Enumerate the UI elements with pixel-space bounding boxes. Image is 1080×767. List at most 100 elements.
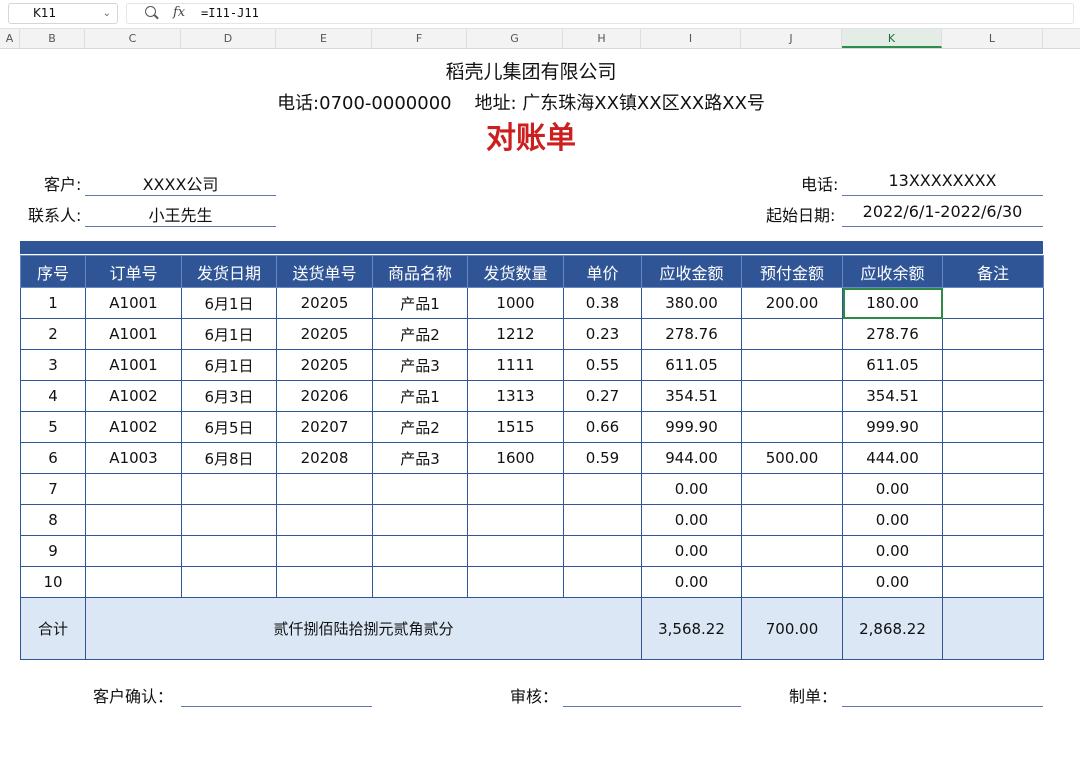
cell-unit-price[interactable]: 0.55 [563, 349, 642, 381]
cell-delivery-no[interactable]: 20208 [276, 442, 373, 474]
cell-balance[interactable]: 611.05 [842, 349, 943, 381]
cell-order-no[interactable] [85, 566, 182, 598]
column-header-e[interactable]: E [276, 29, 372, 48]
cell-remark[interactable] [942, 287, 1044, 319]
cell-delivery-no[interactable]: 20207 [276, 411, 373, 443]
maker-line[interactable] [842, 706, 1043, 707]
cell-product[interactable] [372, 473, 468, 505]
chevron-down-icon[interactable]: ⌄ [103, 4, 111, 23]
cell-order-no[interactable]: A1002 [85, 411, 182, 443]
cell-quantity[interactable]: 1313 [467, 380, 564, 412]
header-quantity[interactable]: 发货数量 [467, 255, 564, 288]
cell-receivable[interactable]: 0.00 [641, 504, 742, 536]
cell-ship-date[interactable] [181, 504, 277, 536]
cell-receivable[interactable]: 0.00 [641, 535, 742, 567]
zoom-icon[interactable] [145, 6, 156, 17]
customer-confirm-line[interactable] [181, 706, 372, 707]
cell-receivable[interactable]: 944.00 [641, 442, 742, 474]
cell-ship-date[interactable]: 6月3日 [181, 380, 277, 412]
total-prepaid[interactable]: 700.00 [741, 597, 843, 660]
cell-ship-date[interactable]: 6月5日 [181, 411, 277, 443]
cell-receivable[interactable]: 999.90 [641, 411, 742, 443]
cell-prepaid[interactable] [741, 504, 843, 536]
total-remark[interactable] [942, 597, 1044, 660]
cell-prepaid[interactable] [741, 566, 843, 598]
cell-unit-price[interactable] [563, 566, 642, 598]
cell-delivery-no[interactable] [276, 535, 373, 567]
customer-value[interactable]: XXXX公司 [85, 171, 276, 195]
cell-balance[interactable]: 0.00 [842, 504, 943, 536]
cell-receivable[interactable]: 380.00 [641, 287, 742, 319]
header-prepaid[interactable]: 预付金额 [741, 255, 843, 288]
cell-quantity[interactable]: 1000 [467, 287, 564, 319]
function-icon[interactable]: fx [173, 5, 185, 20]
cell-ship-date[interactable]: 6月1日 [181, 318, 277, 350]
cell-delivery-no[interactable] [276, 473, 373, 505]
cell-quantity[interactable]: 1212 [467, 318, 564, 350]
cell-order-no[interactable]: A1003 [85, 442, 182, 474]
cell-prepaid[interactable] [741, 318, 843, 350]
cell-product[interactable]: 产品1 [372, 380, 468, 412]
cell-product[interactable]: 产品2 [372, 318, 468, 350]
cell-index[interactable]: 6 [20, 442, 86, 474]
cell-receivable[interactable]: 611.05 [641, 349, 742, 381]
header-balance[interactable]: 应收余额 [842, 255, 943, 288]
header-unit-price[interactable]: 单价 [563, 255, 642, 288]
cell-balance[interactable]: 999.90 [842, 411, 943, 443]
column-header-j[interactable]: J [741, 29, 842, 48]
cell-order-no[interactable]: A1001 [85, 318, 182, 350]
period-value[interactable]: 2022/6/1-2022/6/30 [842, 202, 1043, 221]
contact-value[interactable]: 小王先生 [85, 202, 276, 226]
cell-delivery-no[interactable]: 20205 [276, 318, 373, 350]
cell-balance[interactable]: 0.00 [842, 535, 943, 567]
cell-unit-price[interactable]: 0.23 [563, 318, 642, 350]
name-box[interactable]: K11 ⌄ [8, 3, 118, 24]
cell-remark[interactable] [942, 442, 1044, 474]
formula-text[interactable]: =I11-J11 [201, 6, 259, 20]
cell-remark[interactable] [942, 318, 1044, 350]
cell-prepaid[interactable] [741, 535, 843, 567]
cell-index[interactable]: 2 [20, 318, 86, 350]
cell-unit-price[interactable] [563, 504, 642, 536]
cell-prepaid[interactable] [741, 473, 843, 505]
cell-prepaid[interactable]: 200.00 [741, 287, 843, 319]
cell-receivable[interactable]: 0.00 [641, 566, 742, 598]
cell-order-no[interactable]: A1001 [85, 287, 182, 319]
cell-remark[interactable] [942, 473, 1044, 505]
cell-quantity[interactable] [467, 473, 564, 505]
column-header-g[interactable]: G [467, 29, 563, 48]
cell-quantity[interactable] [467, 535, 564, 567]
cell-index[interactable]: 5 [20, 411, 86, 443]
cell-balance-selected[interactable]: 180.00 [842, 287, 943, 319]
cell-remark[interactable] [942, 535, 1044, 567]
total-receivable[interactable]: 3,568.22 [641, 597, 742, 660]
cell-receivable[interactable]: 0.00 [641, 473, 742, 505]
cell-remark[interactable] [942, 380, 1044, 412]
cell-quantity[interactable] [467, 504, 564, 536]
cell-receivable[interactable]: 278.76 [641, 318, 742, 350]
header-receivable[interactable]: 应收金额 [641, 255, 742, 288]
cell-quantity[interactable] [467, 566, 564, 598]
cell-product[interactable] [372, 504, 468, 536]
cell-ship-date[interactable]: 6月8日 [181, 442, 277, 474]
cell-balance[interactable]: 444.00 [842, 442, 943, 474]
cell-ship-date[interactable]: 6月1日 [181, 349, 277, 381]
cell-prepaid[interactable] [741, 349, 843, 381]
header-ship-date[interactable]: 发货日期 [181, 255, 277, 288]
header-order-no[interactable]: 订单号 [85, 255, 182, 288]
cell-quantity[interactable]: 1600 [467, 442, 564, 474]
column-header-k[interactable]: K [842, 29, 942, 48]
cell-quantity[interactable]: 1111 [467, 349, 564, 381]
cell-product[interactable]: 产品3 [372, 349, 468, 381]
column-header-a[interactable]: A [0, 29, 20, 48]
cell-balance[interactable]: 354.51 [842, 380, 943, 412]
cell-balance[interactable]: 0.00 [842, 473, 943, 505]
total-balance[interactable]: 2,868.22 [842, 597, 943, 660]
cell-delivery-no[interactable] [276, 566, 373, 598]
cell-order-no[interactable] [85, 473, 182, 505]
cell-unit-price[interactable] [563, 473, 642, 505]
cell-ship-date[interactable] [181, 473, 277, 505]
cell-order-no[interactable]: A1002 [85, 380, 182, 412]
cell-product[interactable] [372, 566, 468, 598]
cell-unit-price[interactable]: 0.59 [563, 442, 642, 474]
